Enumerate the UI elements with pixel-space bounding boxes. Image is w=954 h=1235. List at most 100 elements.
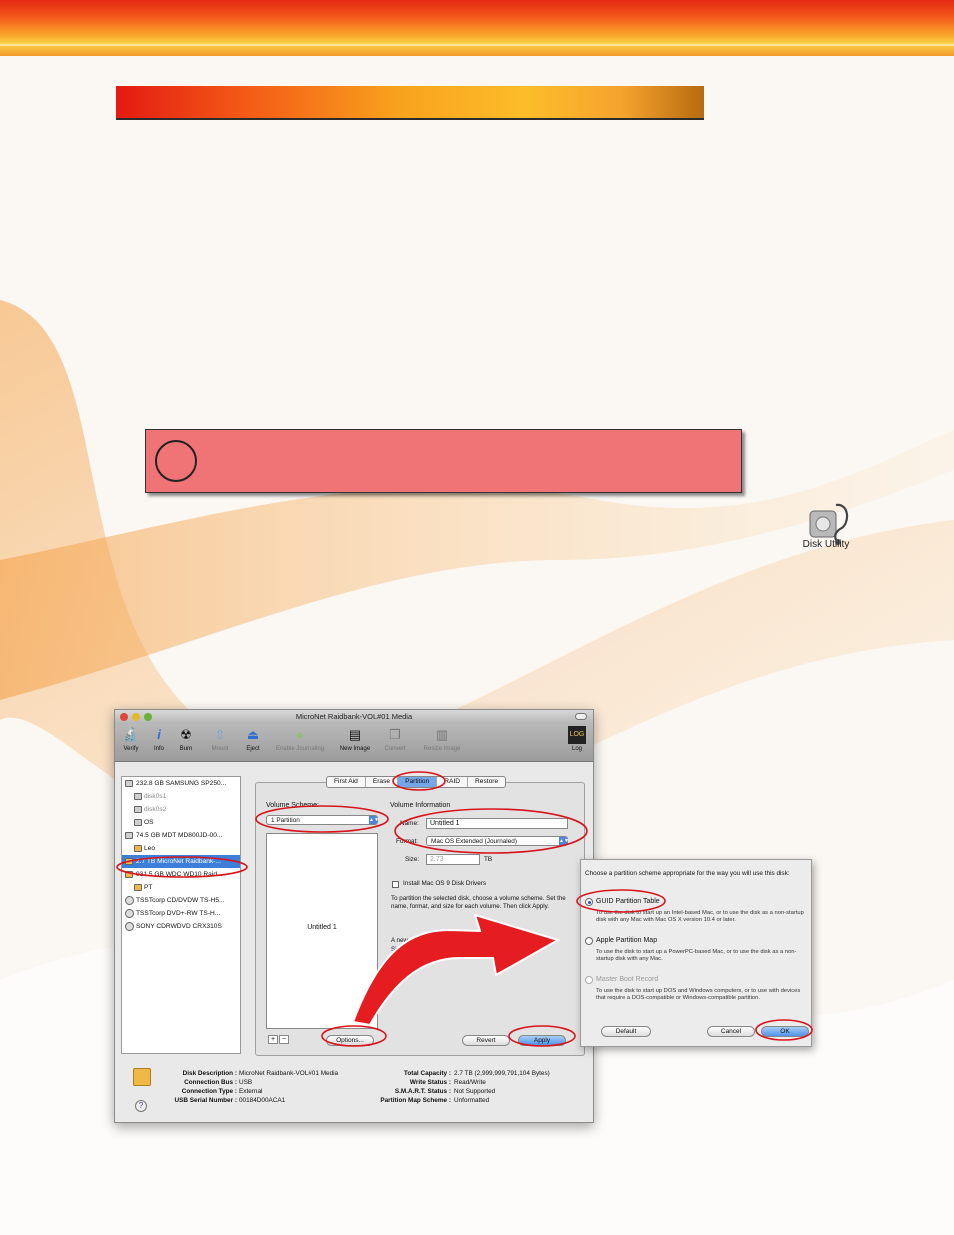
info-key: USB Serial Number : <box>174 1097 237 1104</box>
name-label: Name: <box>400 820 419 827</box>
tab-partition[interactable]: Partition <box>398 777 438 787</box>
convert-icon: ❐ <box>389 727 401 742</box>
tab-erase[interactable]: Erase <box>366 777 399 787</box>
guid-option-description: To use the disk to start up an Intel-bas… <box>596 910 804 923</box>
options-button[interactable]: Options... <box>326 1035 374 1046</box>
master-boot-record-label[interactable]: Master Boot Record <box>596 976 658 983</box>
format-select[interactable]: Mac OS Extended (Journaled) ▲▼ <box>426 836 569 846</box>
volume-scheme-select[interactable]: 1 Partition ▲▼ <box>266 815 379 825</box>
zoom-window-button[interactable] <box>144 713 152 721</box>
format-label: Format: <box>396 838 419 845</box>
warning-callout <box>145 429 742 493</box>
volume-scheme-label: Volume Scheme: <box>266 802 319 809</box>
apply-button[interactable]: Apply <box>518 1035 566 1046</box>
window-titlebar: MicroNet Raidbank-VOL#01 Media <box>115 710 593 724</box>
size-unit: TB <box>484 856 493 863</box>
info-value: Not Supported <box>454 1088 496 1095</box>
help-button[interactable]: ? <box>135 1100 147 1112</box>
info-key: Connection Type : <box>181 1088 237 1095</box>
toolbar: 🔬 Verify i Info ☢ Burn ⇧ Mount ⏏ Eject ● Enabl… <box>115 724 593 762</box>
info-key: Partition Map Scheme : <box>380 1097 451 1104</box>
apple-partition-map-radio[interactable] <box>585 937 593 945</box>
optical-drive-item[interactable]: TSSTcorp CD/DVDW TS-H5... <box>122 894 240 907</box>
volume-icon <box>134 884 142 891</box>
optical-drive-item[interactable]: TSSTcorp DVD+-RW TS-H... <box>122 907 240 920</box>
volume-item[interactable]: Leo <box>122 842 240 855</box>
info-key: Connection Bus : <box>184 1079 237 1086</box>
partition-options-dialog: Choose a partition scheme appropriate fo… <box>580 859 812 1047</box>
new-image-icon: ▤ <box>348 727 362 742</box>
new-image-button[interactable]: ▤ New Image <box>335 726 375 752</box>
popup-arrows-icon: ▲▼ <box>559 837 569 845</box>
info-value: Unformatted <box>454 1097 490 1104</box>
external-disk-icon <box>125 871 133 878</box>
add-partition-button[interactable]: + <box>268 1035 278 1044</box>
size-field[interactable]: 2.73 <box>426 854 480 865</box>
disk-item-selected[interactable]: 2.7 TB MicroNet Raidbank-... <box>122 855 240 868</box>
external-disk-icon <box>133 1068 151 1086</box>
ok-button[interactable]: OK <box>761 1026 809 1037</box>
volume-item[interactable]: disk0s1 <box>122 790 240 803</box>
tab-raid[interactable]: RAID <box>437 777 469 787</box>
info-key: Disk Description : <box>182 1070 237 1077</box>
guid-radio[interactable] <box>585 898 593 906</box>
info-key: Write Status : <box>409 1079 451 1086</box>
partition-label: Untitled 1 <box>307 924 337 931</box>
volume-information-label: Volume Information <box>390 802 451 809</box>
disk-utility-window: MicroNet Raidbank-VOL#01 Media 🔬 Verify i… <box>114 709 594 1123</box>
info-value: MicroNet Raidbank-VOL#01 Media <box>239 1070 339 1077</box>
convert-button[interactable]: ❐ Convert <box>375 726 415 752</box>
info-value: 2.7 TB (2,999,999,791,104 Bytes) <box>454 1070 550 1077</box>
volume-icon <box>134 819 142 826</box>
disk-item[interactable]: 74.5 GB MDT MD800JD-00... <box>122 829 240 842</box>
warning-circle-icon <box>155 440 197 482</box>
burn-icon: ☢ <box>180 727 192 742</box>
new-volume-text: A new volume will be <box>391 937 449 944</box>
enable-journaling-button[interactable]: ● Enable Journaling <box>265 726 335 752</box>
name-field[interactable]: Untitled 1 <box>426 818 568 829</box>
resize-image-icon: ▥ <box>435 727 449 742</box>
new-volume-size: Size: 2.7 TB <box>391 946 425 953</box>
log-icon: LOG <box>568 726 586 744</box>
revert-button[interactable]: Revert <box>462 1035 510 1046</box>
master-boot-record-radio[interactable] <box>585 976 593 984</box>
apple-partition-map-label[interactable]: Apple Partition Map <box>596 937 657 944</box>
disk-item[interactable]: 232.8 GB SAMSUNG SP250... <box>122 777 240 790</box>
optical-disc-icon <box>125 896 134 905</box>
info-value: Read/Write <box>454 1079 486 1086</box>
tab-restore[interactable]: Restore <box>468 777 505 787</box>
info-value: USB <box>239 1079 253 1086</box>
partition-layout-map[interactable]: Untitled 1 <box>266 833 378 1029</box>
cancel-button[interactable]: Cancel <box>707 1026 755 1037</box>
install-drivers-checkbox[interactable] <box>392 881 399 888</box>
tab-first-aid[interactable]: First Aid <box>327 777 366 787</box>
toolbar-toggle-button[interactable] <box>575 713 587 720</box>
volume-item[interactable]: PT <box>122 881 240 894</box>
default-button[interactable]: Default <box>601 1026 651 1037</box>
header-banner <box>0 0 954 56</box>
info-key: Total Capacity : <box>403 1070 451 1077</box>
remove-partition-button[interactable]: − <box>279 1035 289 1044</box>
mount-icon: ⇧ <box>214 727 226 742</box>
log-button[interactable]: LOG Log <box>557 726 597 752</box>
partition-instructions: To partition the selected disk, choose a… <box>391 895 566 910</box>
close-window-button[interactable] <box>120 713 128 721</box>
volume-item[interactable]: disk0s2 <box>122 803 240 816</box>
volume-icon <box>134 793 142 800</box>
volume-icon <box>134 806 142 813</box>
apple-partition-map-description: To use the disk to start up a PowerPC-ba… <box>596 949 797 962</box>
disk-item[interactable]: 931.5 GB WDC WD10 Raid... <box>122 868 240 881</box>
hard-disk-icon <box>125 780 133 787</box>
volume-item[interactable]: OS <box>122 816 240 829</box>
dialog-prompt: Choose a partition scheme appropriate fo… <box>585 870 790 877</box>
info-value: External <box>239 1088 263 1095</box>
window-title: MicroNet Raidbank-VOL#01 Media <box>295 712 413 721</box>
guid-option-label[interactable]: GUID Partition Table <box>596 898 660 905</box>
disk-utility-label: Disk Utility <box>802 539 850 550</box>
optical-drive-item[interactable]: SONY CDRWDVD CRX310S <box>122 920 240 933</box>
optical-disc-icon <box>125 922 134 931</box>
resize-image-button[interactable]: ▥ Resize Image <box>417 726 467 752</box>
minimize-window-button[interactable] <box>132 713 140 721</box>
info-value: 00184D00ACA1 <box>239 1097 286 1104</box>
journal-icon: ● <box>296 727 304 742</box>
